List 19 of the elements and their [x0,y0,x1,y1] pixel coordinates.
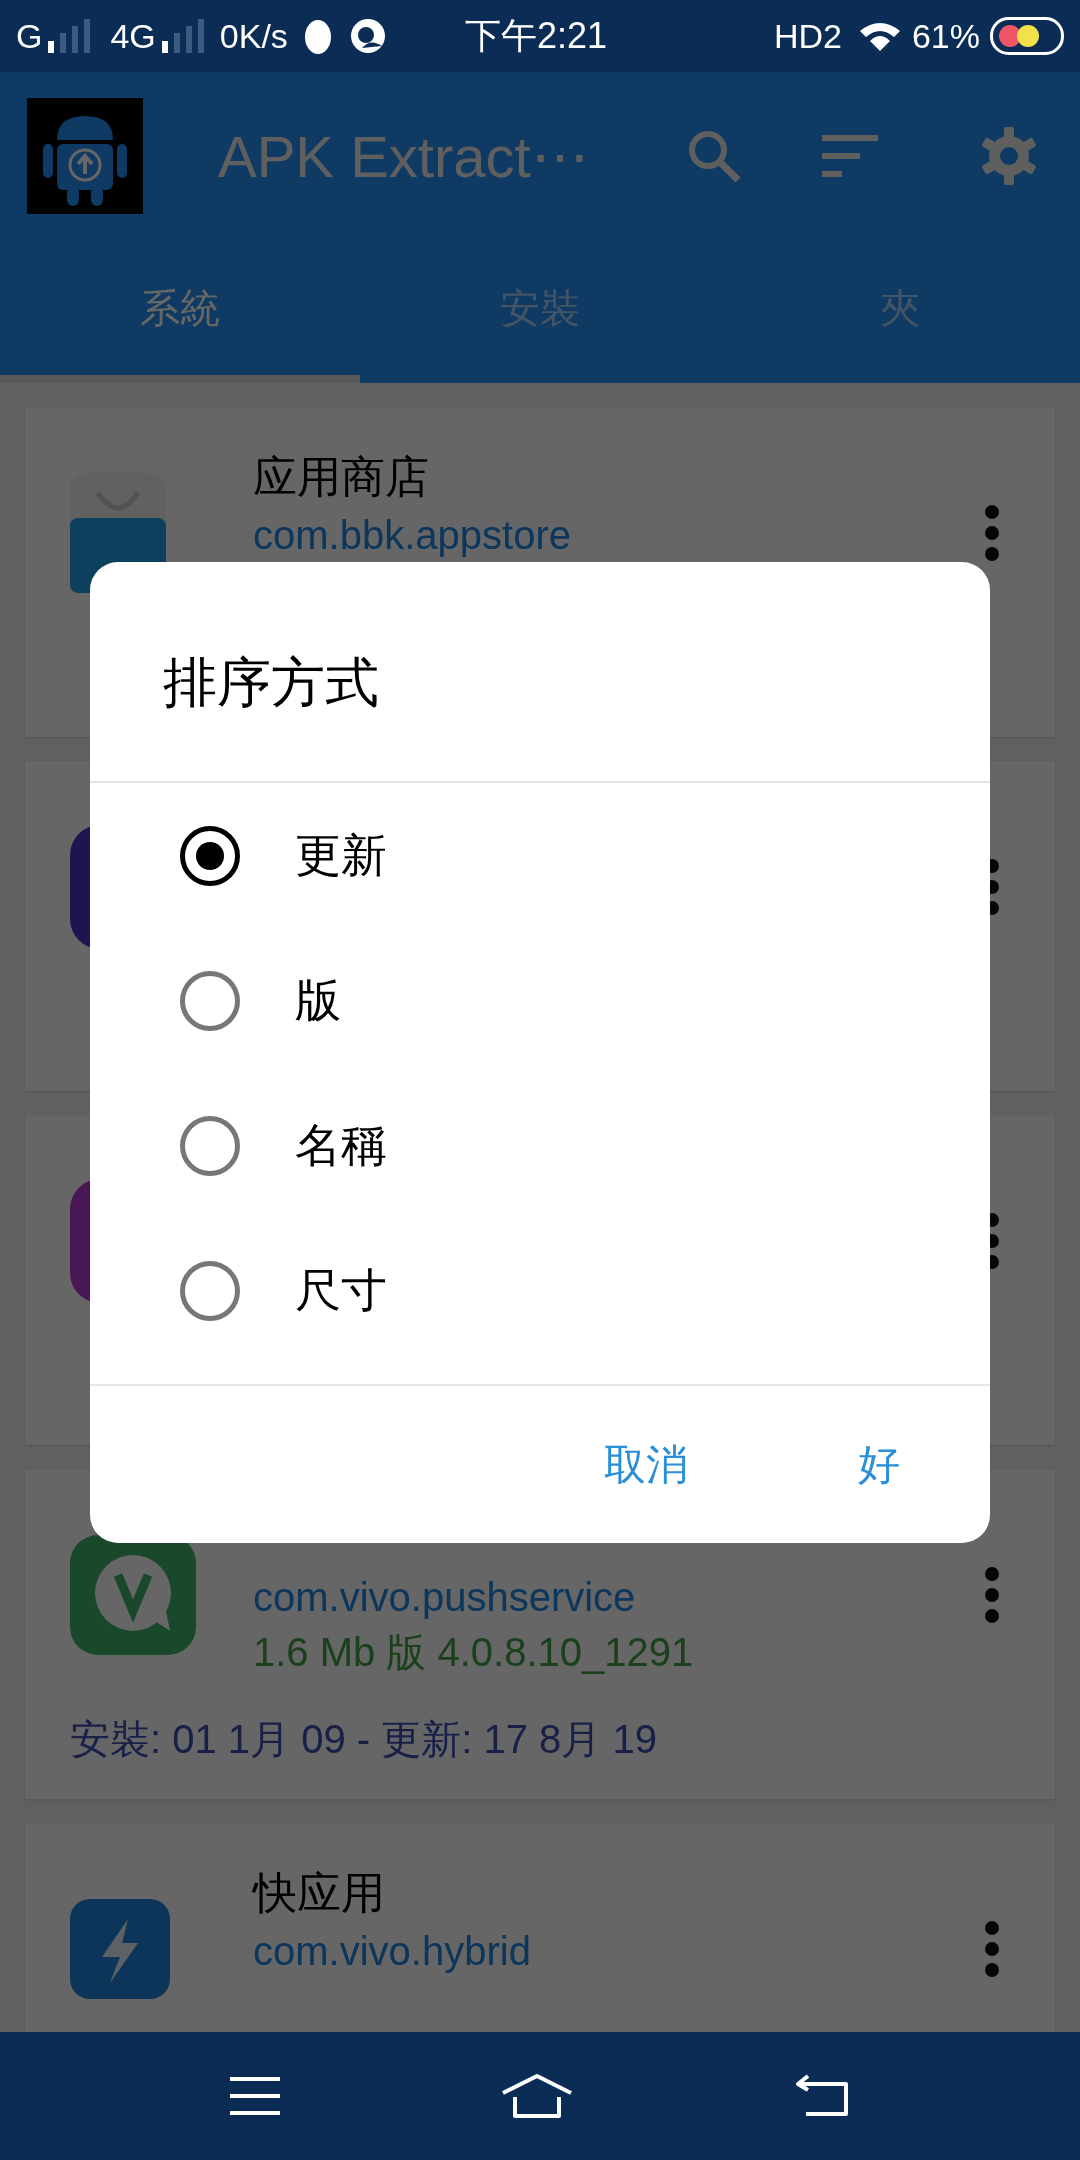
dialog-title: 排序方式 [163,652,379,712]
package-name: com.bbk.appstore [253,512,572,559]
network-label: G [16,15,43,57]
package-name: com.vivo.pushservice [253,1574,637,1621]
install-update-dates: 安裝: 01 1月 09 - 更新: 17 8月 19 [70,1716,658,1763]
battery-percent: 61% [911,15,980,57]
network-speed: 0K/s [219,15,288,57]
network-label: 4G [110,15,156,57]
app-name: 快应用 [253,1867,386,1919]
status-time: 下午2:21 [465,14,608,58]
app-name: 应用商店 [253,451,430,503]
option-label: 尺寸 [295,1263,387,1318]
hd-label: HD2 [773,15,842,57]
option-label: 名稱 [295,1118,387,1173]
size-version: 1.6 Mb 版 4.0.8.10_1291 [253,1629,695,1676]
app-title: APK Extract⋯ [218,122,589,191]
option-label: 更新 [295,828,387,883]
package-name: com.vivo.hybrid [253,1928,532,1975]
option-label: 版 [295,973,341,1028]
